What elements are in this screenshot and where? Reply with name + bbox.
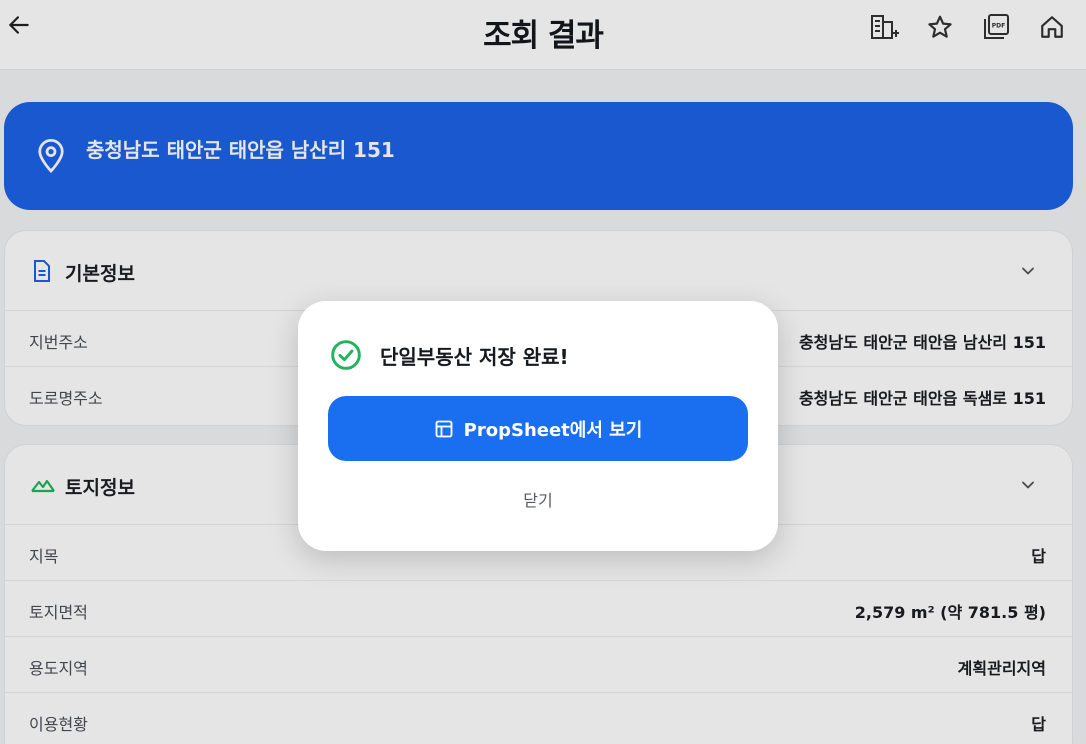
table-icon [435,420,453,437]
save-complete-modal: 단일부동산 저장 완료! PropSheet에서 보기 닫기 [298,301,778,551]
close-button[interactable]: 닫기 [298,487,778,511]
modal-title: 단일부동산 저장 완료! [380,345,569,369]
view-in-propsheet-label: PropSheet에서 보기 [463,419,643,441]
view-in-propsheet-button[interactable]: PropSheet에서 보기 [328,396,748,461]
check-circle-icon [331,340,361,370]
